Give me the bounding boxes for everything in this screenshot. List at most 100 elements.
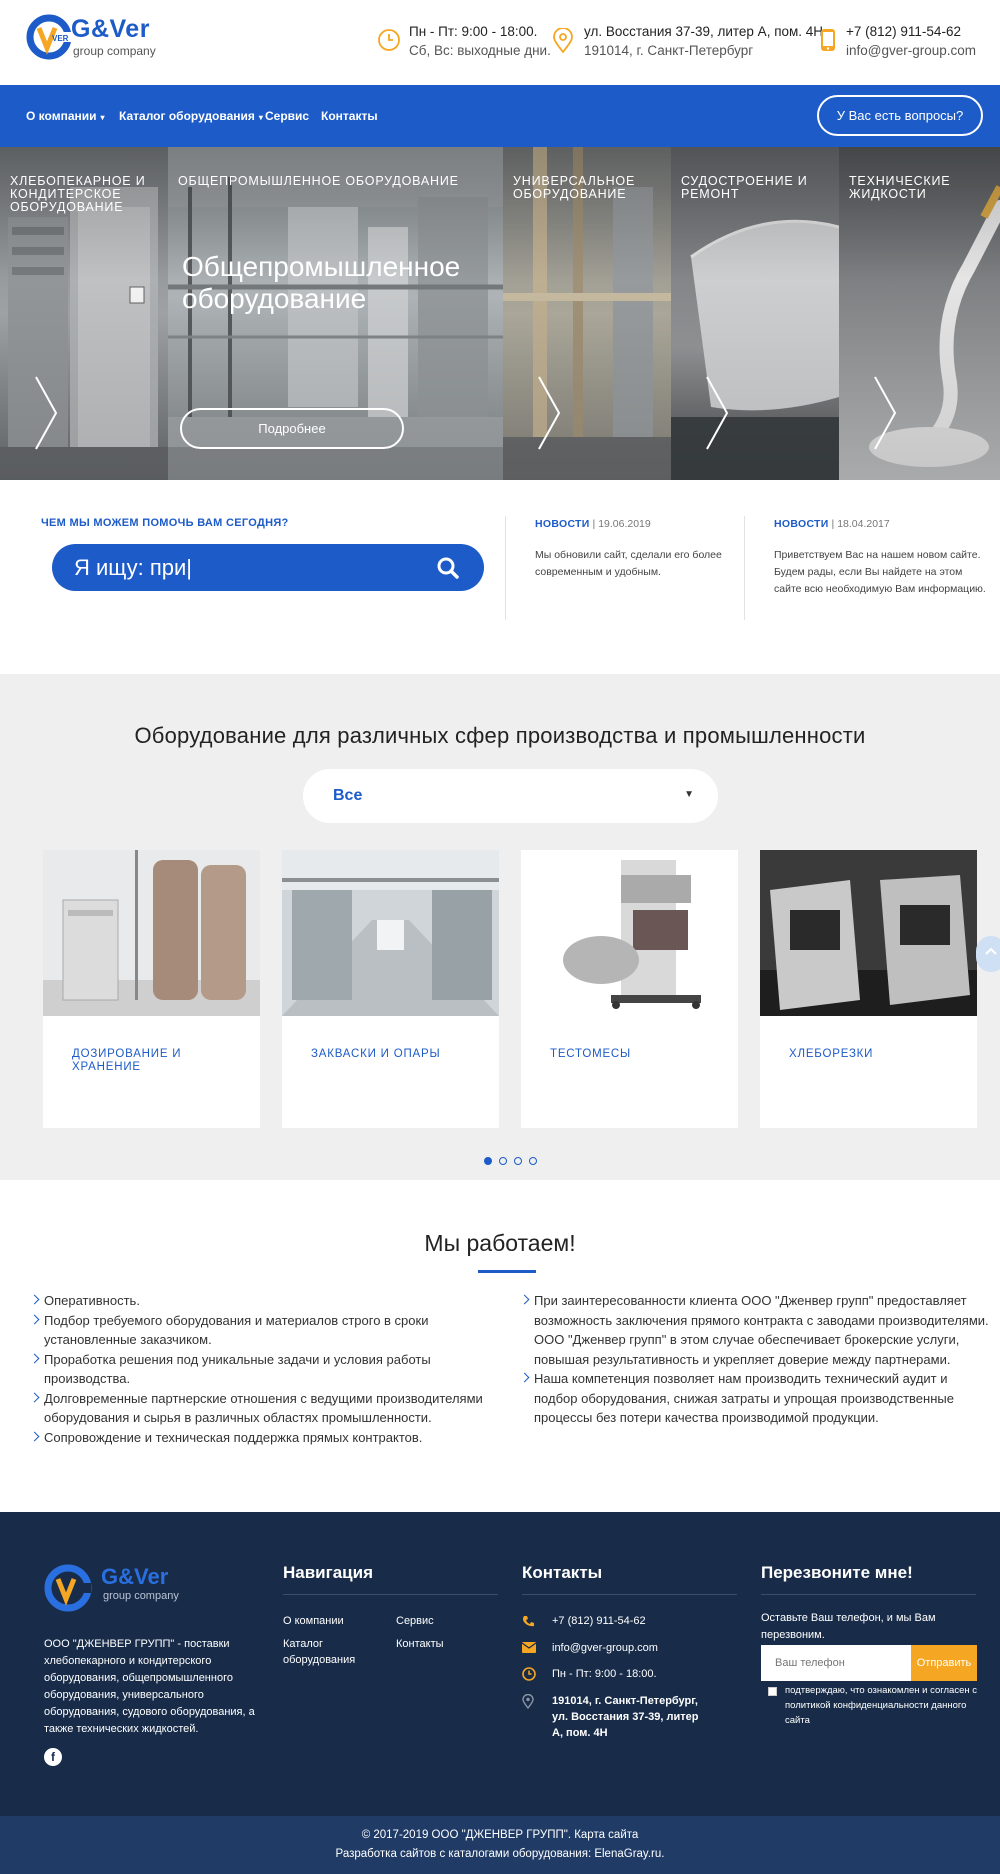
hero-panel-bakery[interactable]: Хлебопекарное и кондитерское оборудовани… [0,147,168,480]
chevron-right-icon[interactable] [34,375,58,451]
equipment-card-dosing[interactable]: Дозирование и хранение [43,850,260,1128]
location-pin-icon [552,28,574,54]
news-date: 19.06.2019 [598,518,651,530]
search-input[interactable]: Я ищу: при| [74,556,192,580]
nav-item-catalog[interactable]: Каталог оборудования ▾ [119,108,263,126]
footer: G&Ver group company ООО "ДЖЕНВЕР ГРУПП" … [0,1512,1000,1816]
footer-link-about[interactable]: О компании [283,1613,344,1629]
news-date: 18.04.2017 [837,518,890,530]
clock-icon [522,1667,536,1681]
card-title[interactable]: Хлеборезки [789,1048,959,1061]
card-title[interactable]: Закваски и опары [311,1048,481,1061]
hero-title: Общепромышленное оборудование [182,251,461,314]
news-tag[interactable]: НОВОСТИ [535,518,590,530]
more-button[interactable]: Подробнее [180,408,404,449]
search-icon[interactable] [436,556,460,580]
hero-panel-label: Универсальное оборудование [513,174,636,201]
help-heading: ЧЕМ МЫ МОЖЕМ ПОМОЧЬ ВАМ СЕГОДНЯ? [41,517,289,529]
footer-contacts-title: Контакты [522,1563,603,1582]
chevron-right-icon[interactable] [873,375,897,451]
header-phone[interactable]: +7 (812) 911-54-62 [846,22,976,41]
work-title: Мы работаем! [424,1230,576,1256]
work-list-left: Оперативность. Подбор требуемого оборудо… [31,1291,486,1447]
address: ул. Восстания 37-39, литер А, пом. 4Н 19… [553,22,824,60]
card-image [43,850,260,1016]
search-bar[interactable]: Я ищу: при| [52,544,484,591]
hero-panel-label: Общепромышленное оборудование [178,174,459,188]
hero-panel-shipbuilding[interactable]: Судостроение и ремонт [671,147,839,480]
slider-dot-1[interactable] [484,1157,492,1165]
footer-hours: Пн - Пт: 9:00 - 18:00. [552,1668,657,1680]
logo-mark-icon: G&Ver group company [44,1564,179,1612]
nav-item-contacts[interactable]: Контакты [321,108,378,124]
slider-dot-4[interactable] [529,1157,537,1165]
news-text: Приветствуем Вас на нашем новом сайте. Б… [774,549,986,595]
logo-wordmark: G&Ver [71,15,150,43]
ask-question-button[interactable]: У Вас есть вопросы? [817,95,983,136]
footer-phone[interactable]: +7 (812) 911-54-62 [552,1613,646,1629]
nav-item-label: О компании [26,109,97,123]
hero-panel-universal[interactable]: Универсальное оборудование [503,147,671,480]
phone-icon [820,28,836,52]
chevron-down-icon: ▾ [258,113,263,122]
hero-panel-fluids[interactable]: Технические жидкости [839,147,1000,480]
facebook-icon[interactable]: f [44,1748,62,1766]
svg-text:group company: group company [103,1590,179,1602]
equipment-card-slicers[interactable]: Хлеборезки [760,850,977,1128]
scroll-to-top-tab[interactable] [976,936,1000,972]
copyright[interactable]: © 2017-2019 ООО "ДЖЕНВЕР ГРУПП". Карта с… [0,1828,1000,1842]
caret-down-icon: ▼ [684,789,694,800]
header-email[interactable]: info@gver-group.com [846,41,976,60]
footer-link-catalog[interactable]: Каталог оборудования [283,1636,373,1668]
logo[interactable]: VER G&Ver group company [26,14,186,70]
chevron-right-icon[interactable] [537,375,561,451]
divider [505,516,506,620]
news-item[interactable]: НОВОСТИ | 19.06.2019 Мы обновили сайт, с… [535,517,747,581]
footer-logo[interactable]: G&Ver group company [44,1562,204,1614]
equipment-card-starters[interactable]: Закваски и опары [282,850,499,1128]
news-item[interactable]: НОВОСТИ | 18.04.2017 Приветствуем Вас на… [774,517,986,598]
hours-weekdays: Пн - Пт: 9:00 - 18:00. [409,24,538,39]
slider-dot-2[interactable] [499,1157,507,1165]
location-pin-icon [522,1694,534,1709]
news-tag[interactable]: НОВОСТИ [774,518,829,530]
hours-weekend: Сб, Вс: выходные дни. [409,43,551,58]
footer-email[interactable]: info@gver-group.com [552,1640,658,1656]
address-city: 191014, г. Санкт-Петербург [584,43,754,58]
header-contacts: +7 (812) 911-54-62 info@gver-group.com [821,22,976,60]
category-select[interactable]: Все ▼ [303,769,718,823]
developer-credit[interactable]: Разработка сайтов с каталогами оборудова… [0,1847,1000,1861]
chevron-right-icon[interactable] [705,375,729,451]
svg-text:VER: VER [52,34,69,43]
equipment-section: Оборудование для различных сфер производ… [0,674,1000,1180]
news-text: Мы обновили сайт, сделали его более совр… [535,549,722,578]
divider [283,1594,498,1595]
nav-item-about[interactable]: О компании ▾ [26,108,105,126]
main-nav: О компании ▾ Каталог оборудования ▾ Сервис… [0,85,1000,147]
list-item: Наша компетенция позволяет нам производи… [521,1369,991,1428]
card-title[interactable]: Тестомесы [550,1048,720,1061]
footer-link-contacts[interactable]: Контакты [396,1636,444,1652]
bottom-bar: © 2017-2019 ООО "ДЖЕНВЕР ГРУПП". Карта с… [0,1816,1000,1874]
slider-dot-3[interactable] [514,1157,522,1165]
list-item: Проработка решения под уникальные задачи… [31,1350,486,1389]
send-button[interactable]: Отправить [911,1645,977,1681]
consent-checkbox[interactable] [768,1687,777,1696]
callback-text: Оставьте Ваш телефон, и мы Вам перезвони… [761,1612,936,1641]
card-image [521,850,738,1016]
hero-slider: Хлебопекарное и кондитерское оборудовани… [0,147,1000,480]
equipment-card-mixers[interactable]: Тестомесы [521,850,738,1128]
divider [744,516,745,620]
work-list-right: При заинтересованности клиента ООО "Джен… [521,1291,991,1428]
list-item: Оперативность. [31,1291,486,1311]
list-item: Подбор требуемого оборудования и материа… [31,1311,486,1350]
phone-input[interactable] [761,1645,911,1681]
logo-mark-icon: VER [26,14,72,60]
callback-title: Перезвоните мне! [761,1563,913,1582]
footer-link-service[interactable]: Сервис [396,1613,434,1629]
nav-item-service[interactable]: Сервис [265,108,309,124]
clock-icon [377,28,401,52]
logo-subtitle: group company [73,44,156,58]
address-street: ул. Восстания 37-39, литер А, пом. 4Н [584,24,824,39]
card-title[interactable]: Дозирование и хранение [72,1048,242,1074]
